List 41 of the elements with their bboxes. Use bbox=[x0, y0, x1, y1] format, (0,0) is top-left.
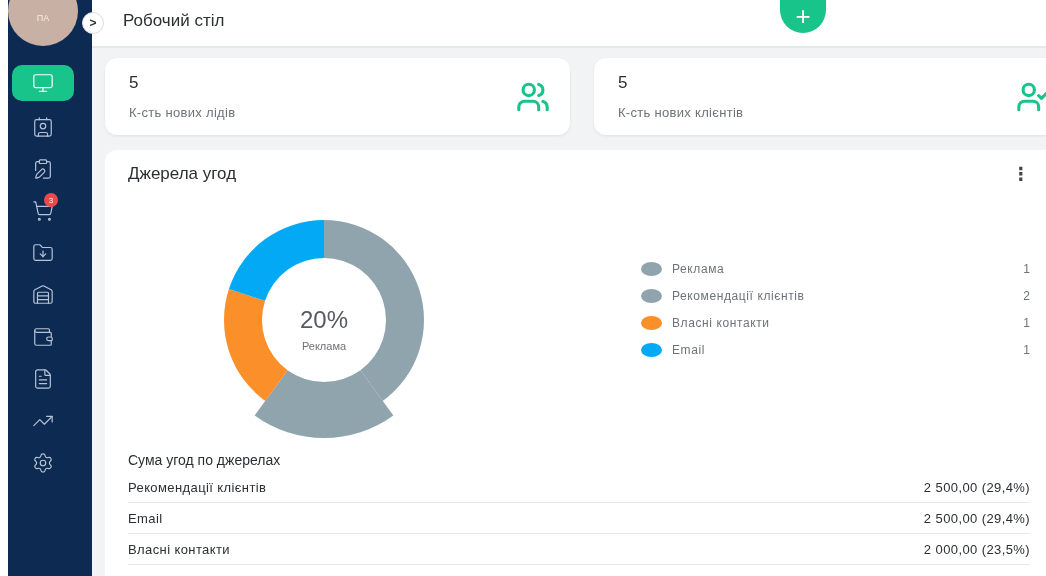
contact-icon bbox=[32, 116, 54, 138]
nav-item[interactable] bbox=[12, 65, 74, 101]
nav-item[interactable]: 3 bbox=[12, 193, 74, 229]
warehouse-icon bbox=[32, 284, 54, 306]
settings-icon bbox=[32, 452, 54, 474]
source-amount: 2 500,00 (29,4%) bbox=[923, 510, 1030, 526]
source-amount: 2 500,00 (29,4%) bbox=[923, 479, 1030, 495]
legend-count: 2 bbox=[1023, 288, 1030, 303]
add-button[interactable]: + bbox=[780, 0, 826, 33]
wallet-icon bbox=[32, 326, 54, 348]
more-menu-button[interactable]: ⋮ bbox=[1008, 165, 1034, 183]
center-percent: 20% bbox=[299, 306, 348, 334]
source-name: Власні контакти bbox=[128, 541, 230, 557]
cart-icon bbox=[32, 200, 54, 222]
center-label: Реклама bbox=[301, 340, 347, 352]
monitor-icon bbox=[32, 72, 54, 94]
legend-count: 1 bbox=[1023, 261, 1030, 276]
folder-icon bbox=[32, 242, 54, 264]
legend-count: 1 bbox=[1023, 342, 1030, 357]
card-title: Джерела угод bbox=[128, 164, 237, 184]
stat-value: 5 bbox=[618, 73, 629, 93]
stat-label: К-сть нових лідів bbox=[129, 105, 236, 120]
sidebar-toggle[interactable]: > bbox=[82, 12, 104, 34]
clipboard-icon bbox=[32, 158, 54, 180]
legend-label: Email bbox=[672, 342, 706, 357]
legend-label: Реклама bbox=[672, 261, 726, 276]
source-amount: 2 000,00 (23,5%) bbox=[923, 541, 1030, 557]
donut-slice[interactable] bbox=[224, 289, 288, 401]
page-title: Робочий стіл bbox=[123, 11, 225, 31]
document-icon bbox=[32, 368, 54, 390]
legend-count: 1 bbox=[1023, 315, 1030, 330]
count-badge: 3 bbox=[44, 193, 58, 207]
donut-slice[interactable] bbox=[254, 370, 394, 438]
source-name: Рекомендації клієнтів bbox=[128, 479, 267, 495]
source-name: Email bbox=[128, 510, 163, 526]
stat-label: К-сть нових клієнтів bbox=[618, 105, 744, 120]
legend-label: Рекомендації клієнтів bbox=[672, 288, 806, 303]
section-title: Сума угод по джерелах bbox=[128, 452, 282, 468]
donut-slice[interactable] bbox=[228, 220, 324, 301]
legend-label: Власні контакти bbox=[672, 315, 771, 330]
stat-value: 5 bbox=[129, 73, 140, 93]
